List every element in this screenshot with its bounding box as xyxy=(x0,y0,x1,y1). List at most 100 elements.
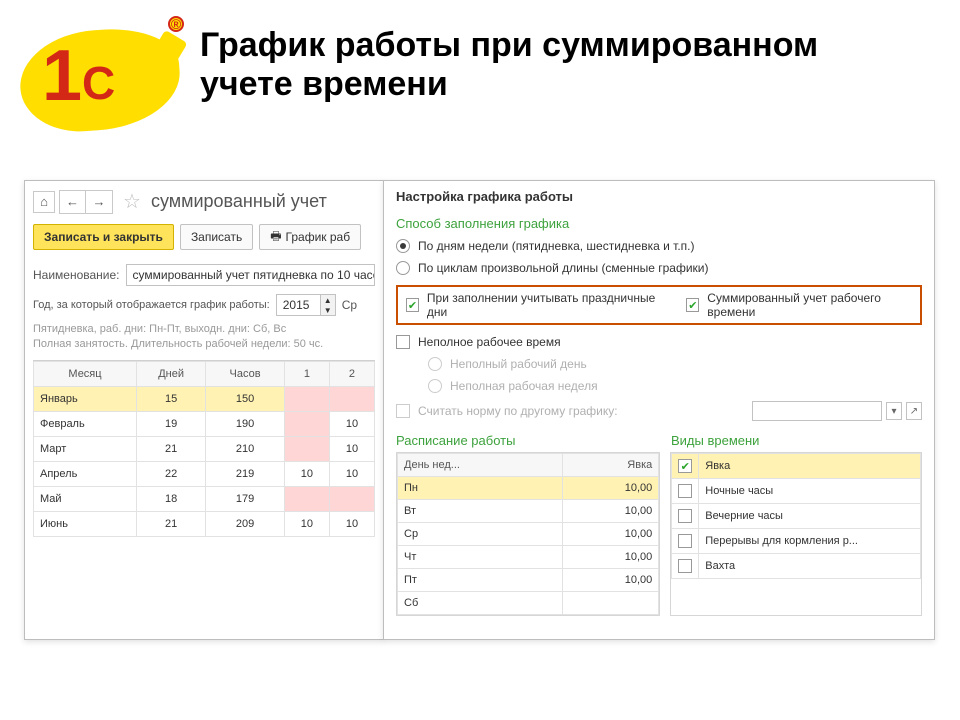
table-cell[interactable]: 150 xyxy=(206,386,285,411)
chk-summarized[interactable]: Суммированный учет рабочего времени xyxy=(686,291,912,319)
type-label-cell[interactable]: Вахта xyxy=(699,554,921,579)
schedule-table[interactable]: День нед... Явка Пн10,00Вт10,00Ср10,00Чт… xyxy=(396,452,660,616)
types-table[interactable]: ЯвкаНочные часыВечерние часыПерерывы для… xyxy=(670,452,922,616)
type-label-cell[interactable]: Явка xyxy=(699,454,921,479)
hours-cell[interactable]: 10,00 xyxy=(562,523,659,546)
checkbox-on-icon xyxy=(686,298,699,312)
table-row[interactable]: Пт10,00 xyxy=(398,569,659,592)
hours-cell[interactable]: 10,00 xyxy=(562,569,659,592)
day-cell[interactable]: Чт xyxy=(398,546,563,569)
table-row[interactable]: Ночные часы xyxy=(672,479,921,504)
chart-button-label: График раб xyxy=(286,230,351,244)
table-cell[interactable]: 179 xyxy=(206,486,285,511)
year-spinner-buttons[interactable]: ▲ ▼ xyxy=(320,294,336,316)
back-button[interactable]: ← xyxy=(60,191,86,213)
day-cell[interactable]: Сб xyxy=(398,592,563,615)
table-row[interactable]: Март21210 10 xyxy=(34,436,375,461)
table-cell[interactable]: 210 xyxy=(206,436,285,461)
table-cell[interactable] xyxy=(284,411,329,436)
radio-by-weekdays[interactable]: По дням недели (пятидневка, шестидневка … xyxy=(384,235,934,257)
col-1[interactable]: 1 xyxy=(284,361,329,386)
table-row[interactable]: Вахта xyxy=(672,554,921,579)
year-spinner[interactable]: 2015 ▲ ▼ xyxy=(276,294,336,316)
table-cell[interactable] xyxy=(329,386,374,411)
year-down-button[interactable]: ▼ xyxy=(321,305,335,315)
table-cell[interactable]: 10 xyxy=(329,461,374,486)
save-close-button[interactable]: Записать и закрыть xyxy=(33,224,174,250)
col-month[interactable]: Месяц xyxy=(34,361,137,386)
table-cell[interactable]: 10 xyxy=(284,511,329,536)
hours-cell[interactable]: 10,00 xyxy=(562,500,659,523)
table-cell[interactable]: 21 xyxy=(137,511,206,536)
table-cell[interactable]: 19 xyxy=(137,411,206,436)
sched-col-attend[interactable]: Явка xyxy=(562,454,659,477)
type-check-cell[interactable] xyxy=(672,529,699,554)
table-cell[interactable]: Январь xyxy=(34,386,137,411)
type-check-cell[interactable] xyxy=(672,504,699,529)
chk-holidays[interactable]: При заполнении учитывать праздничные дни xyxy=(406,291,656,319)
type-label-cell[interactable]: Перерывы для кормления р... xyxy=(699,529,921,554)
table-row[interactable]: Май18179 xyxy=(34,486,375,511)
hours-cell[interactable]: 10,00 xyxy=(562,546,659,569)
table-row[interactable]: Вт10,00 xyxy=(398,500,659,523)
months-grid[interactable]: Месяц Дней Часов 1 2 Январь15150Февраль1… xyxy=(33,360,375,537)
col-2[interactable]: 2 xyxy=(329,361,374,386)
hours-cell[interactable]: 10,00 xyxy=(562,477,659,500)
type-label-cell[interactable]: Вечерние часы xyxy=(699,504,921,529)
table-cell[interactable]: 22 xyxy=(137,461,206,486)
table-row[interactable]: Перерывы для кормления р... xyxy=(672,529,921,554)
radio-by-cycles[interactable]: По циклам произвольной длины (сменные гр… xyxy=(384,257,934,279)
table-cell[interactable]: 209 xyxy=(206,511,285,536)
table-row[interactable]: Июнь212091010 xyxy=(34,511,375,536)
table-row[interactable]: Вечерние часы xyxy=(672,504,921,529)
table-cell[interactable]: 10 xyxy=(329,436,374,461)
day-cell[interactable]: Пн xyxy=(398,477,563,500)
hours-cell[interactable] xyxy=(562,592,659,615)
table-cell[interactable]: 18 xyxy=(137,486,206,511)
day-cell[interactable]: Ср xyxy=(398,523,563,546)
table-row[interactable]: Чт10,00 xyxy=(398,546,659,569)
table-cell[interactable]: Май xyxy=(34,486,137,511)
table-cell[interactable]: 10 xyxy=(284,461,329,486)
year-input[interactable]: 2015 xyxy=(276,294,320,316)
table-cell[interactable] xyxy=(284,386,329,411)
table-cell[interactable] xyxy=(329,486,374,511)
day-cell[interactable]: Пт xyxy=(398,569,563,592)
forward-button[interactable]: → xyxy=(86,191,112,213)
day-cell[interactable]: Вт xyxy=(398,500,563,523)
type-label-cell[interactable]: Ночные часы xyxy=(699,479,921,504)
table-cell[interactable]: 190 xyxy=(206,411,285,436)
table-row[interactable]: Пн10,00 xyxy=(398,477,659,500)
type-check-cell[interactable] xyxy=(672,479,699,504)
sched-col-day[interactable]: День нед... xyxy=(398,454,563,477)
table-row[interactable]: Ср10,00 xyxy=(398,523,659,546)
type-check-cell[interactable] xyxy=(672,454,699,479)
table-cell[interactable]: Апрель xyxy=(34,461,137,486)
table-row[interactable]: Сб xyxy=(398,592,659,615)
table-cell[interactable]: 10 xyxy=(329,511,374,536)
table-row[interactable]: Февраль19190 10 xyxy=(34,411,375,436)
table-row[interactable]: Январь15150 xyxy=(34,386,375,411)
radio-part-day: Неполный рабочий день xyxy=(384,353,934,375)
table-cell[interactable]: 15 xyxy=(137,386,206,411)
table-cell[interactable]: 10 xyxy=(329,411,374,436)
chk-part-time[interactable]: Неполное рабочее время xyxy=(384,331,934,353)
home-button[interactable]: ⌂ xyxy=(33,191,55,213)
table-cell[interactable]: 219 xyxy=(206,461,285,486)
table-row[interactable]: Явка xyxy=(672,454,921,479)
table-cell[interactable]: Март xyxy=(34,436,137,461)
favorite-icon[interactable]: ☆ xyxy=(123,189,141,214)
table-cell[interactable]: 21 xyxy=(137,436,206,461)
col-days[interactable]: Дней xyxy=(137,361,206,386)
table-cell[interactable]: Июнь xyxy=(34,511,137,536)
table-row[interactable]: Апрель222191010 xyxy=(34,461,375,486)
table-cell[interactable] xyxy=(284,486,329,511)
table-cell[interactable]: Февраль xyxy=(34,411,137,436)
record-button[interactable]: Записать xyxy=(180,224,253,250)
type-check-cell[interactable] xyxy=(672,554,699,579)
name-input[interactable]: суммированный учет пятидневка по 10 часо… xyxy=(126,264,375,286)
chart-button[interactable]: 🖶 График раб xyxy=(259,224,361,250)
year-up-button[interactable]: ▲ xyxy=(321,295,335,305)
table-cell[interactable] xyxy=(284,436,329,461)
col-hours[interactable]: Часов xyxy=(206,361,285,386)
